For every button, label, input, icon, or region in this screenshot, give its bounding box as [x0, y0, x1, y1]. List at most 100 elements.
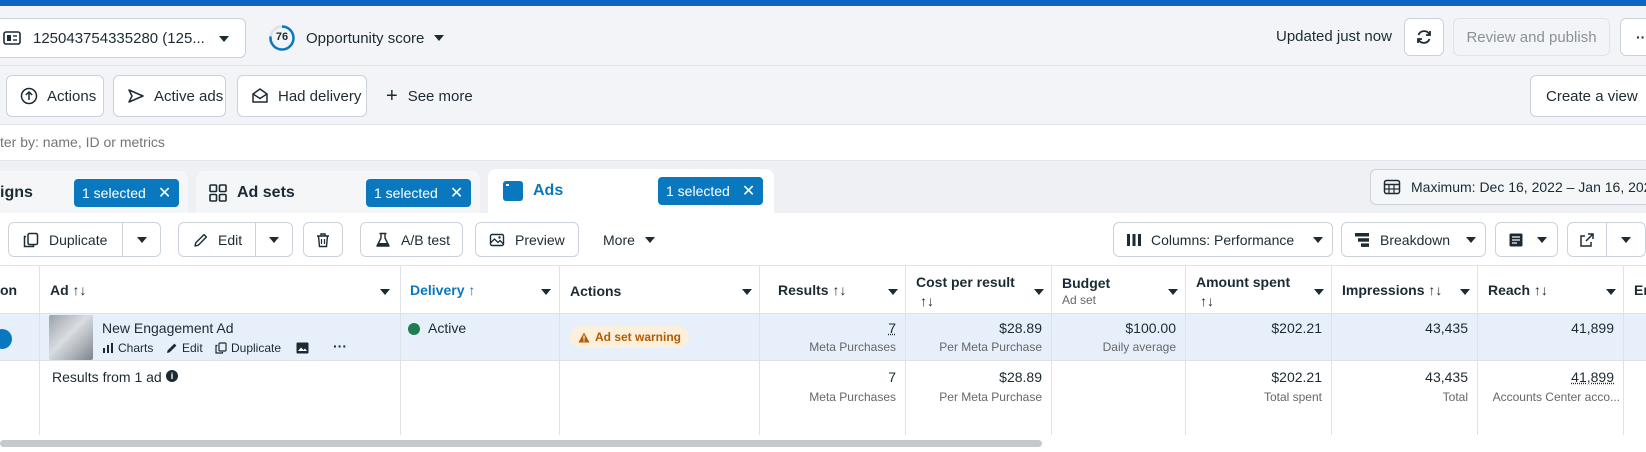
reports-button[interactable] — [1495, 222, 1558, 257]
column-header-impressions[interactable]: Impressions ↑↓ — [1342, 282, 1442, 298]
column-header-budget[interactable]: Budget — [1062, 275, 1110, 291]
summary-reach-value[interactable]: 41,899 — [1571, 369, 1614, 385]
chevron-down-icon[interactable] — [380, 289, 390, 295]
column-divider — [905, 265, 906, 435]
chevron-down-icon — [1466, 237, 1476, 243]
summary-impressions-value: 43,435 — [1425, 369, 1468, 385]
edit-button[interactable]: Edit — [178, 222, 256, 257]
adsets-selected-label: 1 selected — [374, 185, 438, 201]
close-icon[interactable]: ✕ — [450, 183, 463, 203]
edit-label: Edit — [218, 232, 242, 248]
row-duplicate-label: Duplicate — [231, 341, 281, 355]
ab-test-button[interactable]: A/B test — [360, 222, 463, 257]
chevron-down-icon[interactable] — [888, 289, 898, 295]
delete-button[interactable] — [303, 222, 343, 257]
column-header-ad[interactable]: Ad ↑↓ — [50, 282, 87, 298]
image-icon[interactable] — [296, 342, 309, 354]
chevron-down-icon[interactable] — [1460, 289, 1470, 295]
bar-chart-icon — [102, 342, 114, 354]
breakdown-label: Breakdown — [1380, 232, 1450, 248]
close-icon[interactable]: ✕ — [742, 181, 755, 201]
warning-label: Ad set warning — [595, 330, 681, 344]
had-delivery-filter-button[interactable]: Had delivery — [237, 75, 367, 117]
export-dropdown-button[interactable] — [1606, 222, 1646, 257]
chevron-down-icon[interactable] — [1606, 289, 1616, 295]
preview-button[interactable]: Preview — [475, 222, 579, 257]
row-duplicate-link[interactable]: Duplicate — [215, 341, 281, 355]
duplicate-button[interactable]: Duplicate — [8, 222, 123, 257]
more-label: More — [603, 232, 635, 248]
actions-filter-button[interactable]: Actions — [6, 75, 104, 117]
info-icon[interactable]: i — [166, 370, 178, 382]
cost-value: $28.89 — [999, 320, 1042, 336]
chevron-down-icon[interactable] — [1168, 289, 1178, 295]
account-label: 125043754335280 (125... — [33, 30, 205, 47]
summary-amount-sub: Total spent — [1264, 390, 1322, 404]
column-header-delivery[interactable]: Delivery ↑ — [410, 282, 475, 298]
summary-cost-value: $28.89 — [999, 369, 1042, 385]
column-divider — [400, 265, 401, 435]
ad-set-warning-badge[interactable]: Ad set warning — [570, 326, 689, 348]
row-edit-link[interactable]: Edit — [166, 341, 203, 355]
results-value[interactable]: 7 — [888, 320, 896, 336]
edit-dropdown-button[interactable] — [255, 222, 293, 257]
campaigns-selected-pill[interactable]: 1 selected ✕ — [74, 179, 179, 207]
adsets-selected-pill[interactable]: 1 selected ✕ — [366, 179, 471, 207]
actions-filter-label: Actions — [47, 88, 96, 105]
date-range-picker[interactable]: Maximum: Dec 16, 2022 – Jan 16, 2023 — [1370, 169, 1646, 205]
active-ads-filter-label: Active ads — [154, 88, 223, 105]
column-header-actions[interactable]: Actions — [570, 283, 621, 299]
more-menu-button[interactable]: More — [603, 228, 655, 252]
delivery-status: Active — [428, 320, 466, 336]
column-divider — [1185, 265, 1186, 435]
warning-icon — [578, 332, 590, 343]
duplicate-dropdown-button[interactable] — [122, 222, 161, 257]
opportunity-score-button[interactable]: 76 Opportunity score — [268, 22, 444, 54]
breakdown-button[interactable]: Breakdown — [1341, 222, 1486, 257]
refresh-icon — [1415, 28, 1433, 46]
chevron-down-icon[interactable] — [1314, 289, 1324, 295]
create-view-button[interactable]: Create a view — [1530, 75, 1646, 117]
column-header-budget-sub: Ad set — [1062, 293, 1096, 307]
close-icon[interactable]: ✕ — [158, 183, 171, 203]
results-sub: Meta Purchases — [809, 340, 896, 354]
column-header-first[interactable]: on — [0, 282, 17, 298]
summary-reach-sub: Accounts Center acco... — [1493, 390, 1620, 404]
see-more-label: See more — [408, 88, 473, 105]
grid-icon — [209, 184, 227, 202]
row-more-icon[interactable]: ··· — [333, 338, 347, 354]
more-options-button[interactable]: ··· — [1620, 18, 1646, 56]
refresh-button[interactable] — [1404, 18, 1444, 56]
column-header-cost-per-result[interactable]: Cost per result — [916, 274, 1015, 290]
create-view-label: Create a view — [1546, 88, 1638, 105]
column-header-results[interactable]: Results ↑↓ — [778, 282, 846, 298]
amount-spent-value: $202.21 — [1271, 320, 1322, 336]
see-more-button[interactable]: + See more — [386, 84, 473, 108]
review-publish-button[interactable]: Review and publish — [1453, 18, 1610, 56]
column-header-amount-sort[interactable]: ↑↓ — [1200, 293, 1214, 309]
column-divider — [1051, 265, 1052, 435]
export-button[interactable] — [1567, 222, 1607, 257]
column-divider — [759, 265, 760, 435]
column-header-cost-sort[interactable]: ↑↓ — [920, 293, 934, 309]
summary-results-value: 7 — [888, 369, 896, 385]
column-header-reach[interactable]: Reach ↑↓ — [1488, 282, 1548, 298]
pencil-icon — [193, 232, 209, 248]
active-ads-filter-button[interactable]: Active ads — [113, 75, 226, 117]
ads-selected-label: 1 selected — [666, 183, 730, 199]
charts-link[interactable]: Charts — [102, 341, 153, 355]
columns-button[interactable]: Columns: Performance — [1113, 222, 1333, 257]
column-divider — [1331, 265, 1332, 435]
search-input[interactable] — [0, 128, 900, 156]
ad-name-link[interactable]: New Engagement Ad — [102, 320, 234, 336]
summary-cost-sub: Per Meta Purchase — [939, 390, 1042, 404]
column-header-next[interactable]: En — [1634, 282, 1646, 298]
chevron-down-icon[interactable] — [541, 289, 551, 295]
horizontal-scrollbar-thumb[interactable] — [0, 440, 1042, 447]
ad-thumbnail[interactable] — [49, 315, 93, 360]
column-header-amount-spent[interactable]: Amount spent — [1196, 274, 1290, 290]
chevron-down-icon[interactable] — [742, 289, 752, 295]
chevron-down-icon[interactable] — [1034, 289, 1044, 295]
account-selector[interactable]: 125043754335280 (125... — [0, 18, 246, 58]
ads-selected-pill[interactable]: 1 selected ✕ — [658, 177, 763, 205]
